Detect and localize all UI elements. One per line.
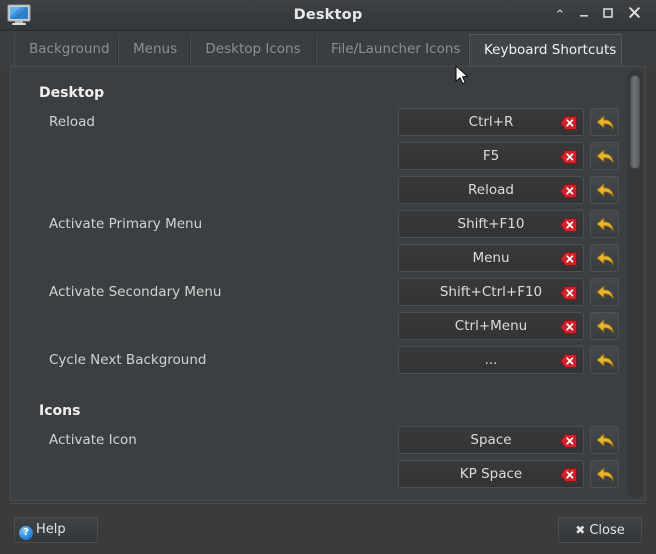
maximize-button[interactable] [598, 6, 618, 26]
clear-shortcut-icon[interactable] [560, 319, 577, 334]
shortcut-entry[interactable]: Shift+F10 [398, 210, 584, 238]
revert-shortcut-button[interactable] [590, 142, 619, 170]
help-button[interactable]: ? Help [14, 517, 98, 543]
tab-background[interactable]: Background [14, 34, 118, 66]
revert-shortcut-button[interactable] [590, 312, 619, 340]
tab-desktop-icons[interactable]: Desktop Icons [190, 34, 316, 66]
shortcut-row: Shift+Ctrl+F10 [398, 278, 619, 306]
close-x-icon: ✖ [575, 523, 586, 537]
revert-shortcut-button[interactable] [590, 346, 619, 374]
minimize-icon [580, 15, 588, 17]
revert-shortcut-button[interactable] [590, 278, 619, 306]
shortcut-row: ... [398, 346, 619, 374]
shortcuts-panel: Desktop Reload Ctrl+R F5 Reload Activate Prim… [10, 66, 646, 501]
clear-shortcut-icon[interactable] [560, 251, 577, 266]
shortcut-entry[interactable]: Space [398, 426, 584, 454]
tab-keyboard-shortcuts[interactable]: Keyboard Shortcuts [469, 34, 622, 66]
revert-shortcut-button[interactable] [590, 176, 619, 204]
shortcut-row: Menu [398, 244, 619, 272]
revert-shortcut-button[interactable] [590, 460, 619, 488]
scrollbar-thumb[interactable] [630, 75, 640, 169]
shortcut-entry[interactable]: Menu [398, 244, 584, 272]
group-header-icons: Icons [39, 403, 81, 419]
shortcut-row: Ctrl+R [398, 108, 619, 136]
shortcut-row: KP Space [398, 460, 619, 488]
action-label: Activate Primary Menu [49, 216, 203, 232]
help-button-label: Help [36, 522, 66, 537]
clear-shortcut-icon[interactable] [560, 149, 577, 164]
shortcut-row: Reload [398, 176, 619, 204]
action-label: Activate Icon [49, 432, 137, 448]
minimize-button[interactable] [574, 6, 594, 26]
shortcut-row: Shift+F10 [398, 210, 619, 238]
shortcut-entry[interactable]: Ctrl+R [398, 108, 584, 136]
shortcut-entry[interactable]: KP Space [398, 460, 584, 488]
preferences-window: Desktop ⌃ Background Menus Desktop Icons Fi… [0, 0, 656, 554]
close-button-label: Close [589, 523, 625, 538]
window-titlebar: Desktop ⌃ [0, 0, 656, 31]
dialog-footer: ? Help ✖ Close [0, 503, 656, 554]
shortcuts-scroll-area: Desktop Reload Ctrl+R F5 Reload Activate Prim… [11, 67, 619, 500]
clear-shortcut-icon[interactable] [560, 353, 577, 368]
revert-shortcut-button[interactable] [590, 210, 619, 238]
shortcut-row: F5 [398, 142, 619, 170]
revert-shortcut-button[interactable] [590, 108, 619, 136]
clear-shortcut-icon[interactable] [560, 285, 577, 300]
shortcut-entry[interactable]: ... [398, 346, 584, 374]
shortcut-entry[interactable]: Shift+Ctrl+F10 [398, 278, 584, 306]
shade-button[interactable]: ⌃ [550, 6, 570, 26]
close-window-button[interactable] [624, 6, 644, 26]
close-button[interactable]: ✖ Close [558, 517, 642, 543]
clear-shortcut-icon[interactable] [560, 467, 577, 482]
clear-shortcut-icon[interactable] [560, 433, 577, 448]
action-label: Activate Secondary Menu [49, 284, 222, 300]
clear-shortcut-icon[interactable] [560, 115, 577, 130]
footer-separator [10, 503, 646, 504]
group-header-desktop: Desktop [39, 85, 105, 101]
shortcut-entry[interactable]: Reload [398, 176, 584, 204]
revert-shortcut-button[interactable] [590, 244, 619, 272]
help-icon: ? [19, 526, 33, 540]
action-label: Reload [49, 114, 95, 130]
tab-bar: Background Menus Desktop Icons File/Launche… [0, 31, 656, 67]
shortcut-entry[interactable]: Ctrl+Menu [398, 312, 584, 340]
maximize-icon [603, 8, 613, 18]
shortcut-row: Ctrl+Menu [398, 312, 619, 340]
close-icon [628, 7, 640, 18]
action-label: Cycle Next Background [49, 352, 207, 368]
shortcut-entry[interactable]: F5 [398, 142, 584, 170]
clear-shortcut-icon[interactable] [560, 183, 577, 198]
vertical-scrollbar[interactable] [627, 69, 643, 498]
clear-shortcut-icon[interactable] [560, 217, 577, 232]
tab-menus[interactable]: Menus [118, 34, 190, 66]
shortcut-row: Space [398, 426, 619, 454]
tab-file-launcher-icons[interactable]: File/Launcher Icons [316, 34, 469, 66]
revert-shortcut-button[interactable] [590, 426, 619, 454]
